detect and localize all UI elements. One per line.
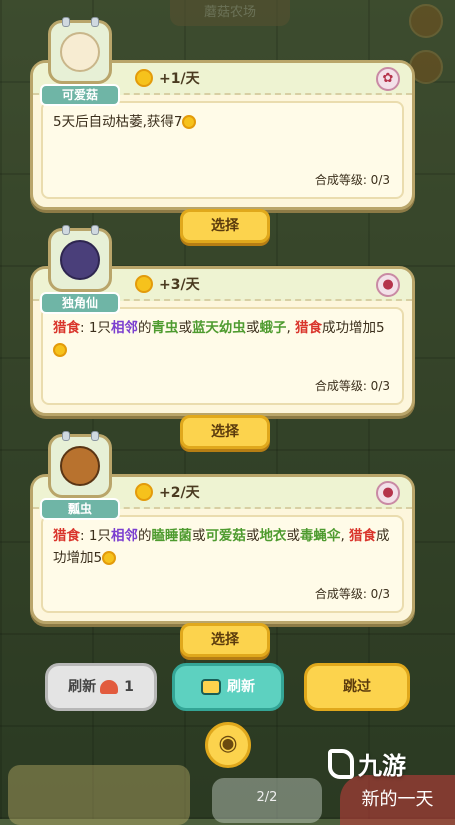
video-ad-icon: [201, 679, 221, 695]
portrait-frame: [48, 225, 112, 292]
toggle-view-eye-icon[interactable]: ◉: [205, 722, 251, 768]
description-segment: 或: [245, 320, 260, 336]
description-segment: 可爱菇: [205, 528, 246, 544]
card-name: 瓢虫: [40, 498, 120, 520]
description-segment: 蛾子: [259, 320, 287, 336]
merge-level: 合成等级: 0/3: [314, 173, 390, 187]
card-description: 5天后自动枯萎,获得7 合成等级: 0/3: [41, 101, 404, 199]
description-segment: 猎食: [53, 528, 80, 544]
description-segment: 或: [191, 528, 206, 544]
description-segment: ,: [340, 528, 350, 544]
portrait-cute-mushroom: 可爱菇: [40, 17, 120, 106]
description-segment: 猎食: [349, 528, 377, 544]
mushroom-coin-icon: [100, 680, 119, 694]
card-description: 猎食: 1只相邻的瞌睡菌或可爱菇或地衣或毒蝇伞, 猎食成功增加5 合成等级: 0…: [41, 515, 404, 613]
description-segment: 相邻: [110, 320, 138, 336]
watermark-logo-icon: [328, 748, 354, 779]
water-drop-counter: 2/2: [212, 778, 322, 823]
portrait-rhino-beetle: 独角仙: [40, 225, 120, 314]
description-segment: 5天后自动枯萎,获得7: [53, 114, 183, 130]
merge-level: 合成等级: 0/3: [314, 587, 390, 601]
rate-text: +3/天: [159, 277, 200, 293]
locked-tile: [8, 765, 190, 825]
portrait-ladybug: 瓢虫: [40, 431, 120, 520]
select-button-1[interactable]: 选择: [180, 209, 270, 243]
description-segment: 或: [245, 528, 260, 544]
description-text: 猎食: 1只相邻的瞌睡菌或可爱菇或地衣或毒蝇伞, 猎食成功增加5: [53, 525, 392, 569]
description-segment: 猎食: [53, 320, 80, 336]
description-segment: 瞌睡菌: [151, 528, 192, 544]
refresh-cost: 1: [124, 679, 134, 695]
description-segment: 的: [137, 528, 152, 544]
mushroom-icon: ✿: [376, 67, 400, 91]
refresh-button[interactable]: 刷新 1: [45, 663, 157, 711]
description-segment: 相邻: [110, 528, 138, 544]
watermark: 九游: [328, 746, 406, 781]
description-segment: : 1只: [80, 528, 111, 544]
select-button-3[interactable]: 选择: [180, 623, 270, 657]
ladybug-icon: ●: [376, 481, 400, 505]
portrait-frame: [48, 431, 112, 498]
income-rate: +3/天: [135, 274, 200, 294]
sun-coin-icon: [182, 115, 197, 129]
description-segment: 的: [137, 320, 152, 336]
ladybug-icon: [60, 446, 100, 486]
description-segment: ,: [286, 320, 296, 336]
ladybug-icon: ●: [376, 273, 400, 297]
sun-coin-icon: [53, 343, 67, 357]
refresh-label: 刷新: [68, 679, 97, 695]
ad-refresh-label: 刷新: [227, 679, 255, 695]
description-segment: 青虫: [151, 320, 179, 336]
card-description: 猎食: 1只相邻的青虫或蓝天幼虫或蛾子, 猎食成功增加5 合成等级: 0/3: [41, 307, 404, 405]
description-segment: 地衣: [259, 528, 287, 544]
cute-mushroom-icon: [60, 32, 100, 72]
card-name: 独角仙: [40, 292, 120, 314]
portrait-frame: [48, 17, 112, 84]
sun-coin-icon: [102, 551, 117, 565]
watermark-text: 九游: [358, 752, 406, 780]
card-name: 可爱菇: [40, 84, 120, 106]
ad-refresh-button[interactable]: 刷新: [172, 663, 284, 711]
description-segment: 成功增加5: [322, 320, 385, 336]
description-segment: 或: [286, 528, 300, 544]
description-segment: : 1只: [80, 320, 111, 336]
skip-button[interactable]: 跳过: [304, 663, 410, 711]
description-segment: 蓝天幼虫: [191, 320, 246, 336]
description-text: 5天后自动枯萎,获得7: [53, 111, 392, 133]
rate-text: +1/天: [159, 71, 200, 87]
description-text: 猎食: 1只相邻的青虫或蓝天幼虫或蛾子, 猎食成功增加5: [53, 317, 392, 361]
sun-coin-icon: [135, 275, 153, 293]
income-rate: +2/天: [135, 482, 200, 502]
new-day-button[interactable]: 新的一天: [340, 775, 455, 825]
merge-level: 合成等级: 0/3: [314, 379, 390, 393]
rhino-beetle-icon: [60, 240, 100, 280]
description-segment: 毒蝇伞: [299, 528, 341, 544]
description-segment: 猎食: [295, 320, 323, 336]
sun-coin-icon: [135, 483, 153, 501]
sun-coin-icon: [135, 69, 153, 87]
rate-text: +2/天: [159, 485, 200, 501]
description-segment: 或: [178, 320, 192, 336]
income-rate: +1/天: [135, 68, 200, 88]
select-button-2[interactable]: 选择: [180, 415, 270, 449]
